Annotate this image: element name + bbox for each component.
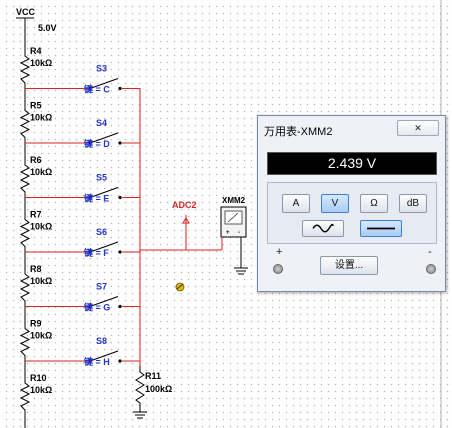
settings-button[interactable]: 设置... (320, 256, 378, 275)
resistor-zigzag (19, 320, 31, 375)
resistor-value: 10kΩ (30, 222, 52, 232)
terminal-minus-label: - (428, 246, 432, 258)
switch-contact (118, 86, 122, 91)
resistor-r7[interactable]: R7 10kΩ (19, 210, 52, 267)
mode-db-button[interactable]: dB (399, 194, 427, 213)
resistor-name: R7 (30, 210, 42, 220)
multimeter-reading: 2.439 V (327, 155, 377, 171)
dc-button[interactable] (360, 220, 402, 237)
switch-contact (118, 141, 122, 145)
resistor-name: R4 (30, 46, 42, 56)
resistor-zigzag (19, 266, 31, 321)
resistor-zigzag (19, 211, 31, 266)
resistor-zigzag (19, 157, 31, 212)
terminal-plus[interactable] (273, 264, 283, 274)
vcc-label: VCC (16, 7, 36, 17)
terminal-minus[interactable] (426, 264, 436, 274)
resistor-ladder: R4 10kΩ R5 10kΩ R6 10kΩ R7 10kΩ R8 10kΩ R9 10kΩ R10 1… (19, 34, 140, 428)
switch-contact (118, 195, 122, 200)
resistor-name: R6 (30, 155, 42, 165)
switch-name: S4 (96, 118, 107, 128)
r11-value: 100kΩ (145, 384, 172, 394)
mode-a-button[interactable]: A (282, 194, 310, 213)
close-button[interactable]: ✕ (397, 120, 439, 136)
resistor-value: 10kΩ (30, 276, 52, 286)
resistor-value: 10kΩ (30, 385, 52, 395)
switch-name: S8 (96, 336, 107, 346)
switch-s3[interactable]: S3 键 = C (25, 64, 140, 95)
vcc-voltage: 5.0V (38, 23, 57, 33)
terminal-plus-label: + (276, 246, 283, 258)
dc-line-icon (367, 227, 395, 230)
switch-key: 键 = C (83, 84, 110, 95)
switch-s4[interactable]: S4 键 = D (25, 118, 140, 149)
resistor-name: R8 (30, 264, 42, 274)
switch-name: S3 (96, 64, 107, 74)
resistor-zigzag (19, 102, 31, 157)
sine-wave-icon (312, 223, 334, 233)
mouse-cursor (175, 282, 185, 292)
switch-key: 键 = F (83, 247, 109, 258)
switch-contact (118, 250, 122, 254)
resistor-zigzag (19, 375, 31, 428)
switch-s8[interactable]: S8 键 = H (25, 336, 140, 367)
meter-minus: - (238, 230, 240, 236)
instrument-label: XMM2 (222, 196, 246, 205)
switch-name: S6 (96, 227, 107, 237)
multimeter-title: 万用表-XMM2 (264, 126, 333, 138)
switch-name: S5 (96, 173, 107, 183)
r11-zigzag (135, 366, 145, 412)
resistor-r10[interactable]: R10 10kΩ (19, 373, 52, 428)
resistor-r6[interactable]: R6 10kΩ (19, 155, 52, 212)
resistor-name: R10 (30, 373, 47, 383)
resistor-value: 10kΩ (30, 167, 52, 177)
ac-button[interactable] (302, 220, 344, 237)
switch-s5[interactable]: S5 键 = E (25, 173, 140, 204)
switch-contact (118, 359, 122, 363)
multimeter-titlebar[interactable]: 万用表-XMM2 ✕ (258, 116, 445, 142)
switch-key: 键 = D (83, 138, 110, 149)
mode-ohm-button[interactable]: Ω (360, 194, 388, 213)
resistor-value: 10kΩ (30, 331, 52, 341)
multimeter-controls: A V Ω dB (267, 182, 437, 244)
resistor-name: R9 (30, 319, 42, 329)
resistor-zigzag (19, 48, 31, 103)
resistor-r8[interactable]: R8 10kΩ (19, 264, 52, 321)
multimeter-display: 2.439 V (267, 152, 437, 175)
meter-plus: + (226, 230, 230, 236)
resistor-r4[interactable]: R4 10kΩ (19, 46, 52, 103)
probe-label: ADC2 (172, 200, 197, 210)
resistor-r5[interactable]: R5 10kΩ (19, 101, 52, 158)
multimeter-window[interactable]: 万用表-XMM2 ✕ 2.439 V A V Ω dB + 设置... - (257, 115, 446, 292)
mode-v-button[interactable]: V (321, 194, 349, 213)
switch-key: 键 = H (83, 356, 110, 367)
switch-key: 键 = G (83, 302, 110, 313)
resistor-value: 10kΩ (30, 113, 52, 123)
resistor-value: 10kΩ (30, 58, 52, 68)
switch-name: S7 (96, 282, 107, 292)
switch-contact (118, 304, 122, 309)
resistor-r11[interactable]: R11 100kΩ (133, 366, 172, 419)
switch-s6[interactable]: S6 键 = F (25, 227, 140, 258)
resistor-r9[interactable]: R9 10kΩ (19, 319, 52, 376)
close-icon: ✕ (414, 123, 422, 133)
switch-key: 键 = E (83, 193, 109, 204)
resistor-name: R5 (30, 101, 42, 111)
r11-name: R11 (145, 371, 161, 381)
switch-s7[interactable]: S7 键 = G (25, 282, 140, 313)
